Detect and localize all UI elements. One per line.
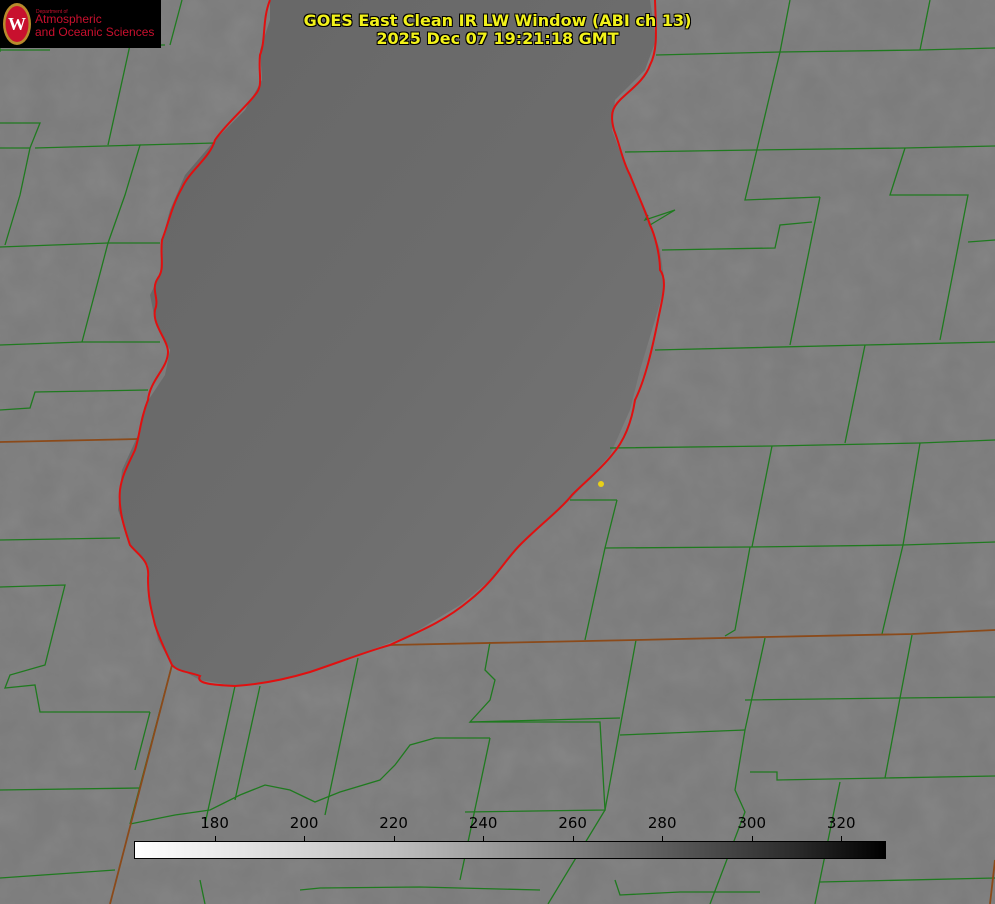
seal-letter: W xyxy=(8,14,26,34)
colorbar-tick-mark xyxy=(572,836,574,841)
colorbar-tick-label: 280 xyxy=(647,814,677,832)
colorbar-tick-mark xyxy=(662,836,664,841)
station-marker xyxy=(598,481,604,487)
satellite-map xyxy=(0,0,995,904)
colorbar-tick-label: 260 xyxy=(558,814,587,832)
colorbar-tick-label: 180 xyxy=(200,814,229,832)
colorbar-tick-mark xyxy=(393,836,395,841)
aos-logo: W Department of Atmospheric and Oceanic … xyxy=(0,0,161,48)
colorbar-tick-label: 320 xyxy=(826,814,856,832)
colorbar-tick-label: 240 xyxy=(468,814,498,832)
colorbar-tick-label: 220 xyxy=(379,814,408,832)
uw-seal-icon: W xyxy=(3,3,31,45)
temperature-colorbar xyxy=(134,841,886,859)
colorbar-tick-mark xyxy=(751,836,753,841)
colorbar-tick-mark xyxy=(841,836,843,841)
logo-line-2: and Oceanic Sciences xyxy=(35,25,155,39)
colorbar-tick-mark xyxy=(214,836,216,841)
colorbar-tick-mark xyxy=(483,836,485,841)
colorbar-tick-label: 300 xyxy=(737,814,767,832)
colorbar-tick-label: 200 xyxy=(289,814,319,832)
colorbar-tick-mark xyxy=(304,836,306,841)
